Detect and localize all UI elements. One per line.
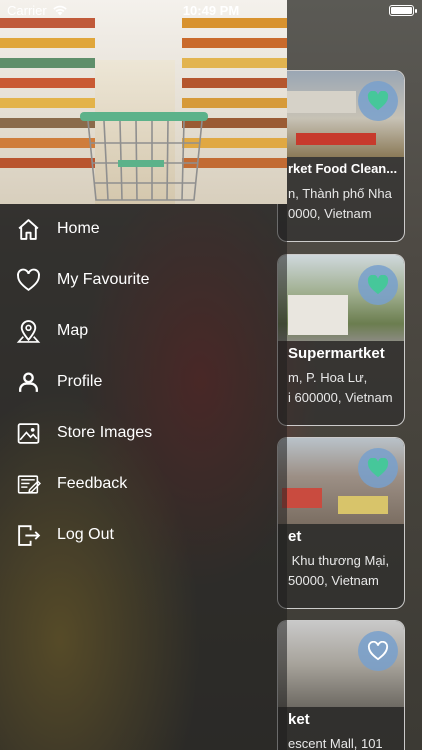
status-bar: Carrier 10:49 PM (0, 0, 422, 22)
store-address: Khu thương Mại, 50000, Vietnam (288, 553, 390, 588)
store-card[interactable]: rket Food Clean... n, Thành phố Nha 0000… (277, 70, 405, 242)
battery-icon (389, 5, 417, 16)
menu-item-log-out[interactable]: Log Out (0, 510, 287, 561)
menu-label: Feedback (57, 475, 128, 492)
favorite-button[interactable] (358, 81, 398, 121)
menu-label: Profile (57, 373, 103, 390)
menu-label: Store Images (57, 424, 153, 441)
heart-outline-icon (367, 641, 389, 661)
image-icon (17, 423, 40, 444)
feedback-icon (17, 475, 41, 494)
map-pin-icon (16, 320, 41, 343)
heart-filled-icon (367, 458, 389, 478)
store-card[interactable]: Supermartket m, P. Hoa Lư, i 600000, Vie… (277, 254, 405, 426)
menu-item-home[interactable]: Home (0, 204, 287, 255)
menu-label: Home (57, 220, 100, 237)
menu-item-profile[interactable]: Profile (0, 357, 287, 408)
profile-icon (19, 372, 38, 392)
store-name: rket Food Clean... (288, 161, 398, 176)
menu-label: My Favourite (57, 271, 150, 288)
favorite-button[interactable] (358, 265, 398, 305)
store-name: ket (288, 711, 310, 728)
store-card[interactable]: ket escent Mall, 101 (277, 620, 405, 750)
menu-item-store-images[interactable]: Store Images (0, 408, 287, 459)
store-card[interactable]: et Khu thương Mại, 50000, Vietnam (277, 437, 405, 609)
menu-item-map[interactable]: Map (0, 306, 287, 357)
store-name: et (288, 528, 302, 545)
menu-label: Log Out (57, 526, 114, 543)
heart-filled-icon (367, 275, 389, 295)
side-drawer: Home My Favourite Map Profile Store Imag… (0, 0, 287, 750)
store-list: t rket Food Clean... n, Thành phố Nha 00… (277, 0, 422, 750)
favorite-button[interactable] (358, 448, 398, 488)
favorite-button[interactable] (358, 631, 398, 671)
store-address: n, Thành phố Nha 0000, Vietnam (288, 186, 392, 221)
store-address: m, P. Hoa Lư, i 600000, Vietnam (288, 370, 393, 405)
status-time: 10:49 PM (182, 3, 240, 18)
logout-icon (18, 525, 41, 546)
drawer-menu: Home My Favourite Map Profile Store Imag… (0, 204, 287, 561)
store-name: Supermartket (288, 345, 385, 362)
heart-icon (17, 268, 40, 292)
drawer-header-image (0, 0, 287, 204)
heart-filled-icon (367, 91, 389, 111)
app-screen: Carrier 10:49 PM t rket Food Clean... n,… (0, 0, 422, 750)
menu-item-feedback[interactable]: Feedback (0, 459, 287, 510)
shopping-cart-image (80, 112, 208, 201)
store-address: escent Mall, 101 (288, 736, 383, 750)
menu-item-my-favourite[interactable]: My Favourite (0, 255, 287, 306)
home-icon (18, 219, 39, 240)
menu-label: Map (57, 322, 89, 339)
